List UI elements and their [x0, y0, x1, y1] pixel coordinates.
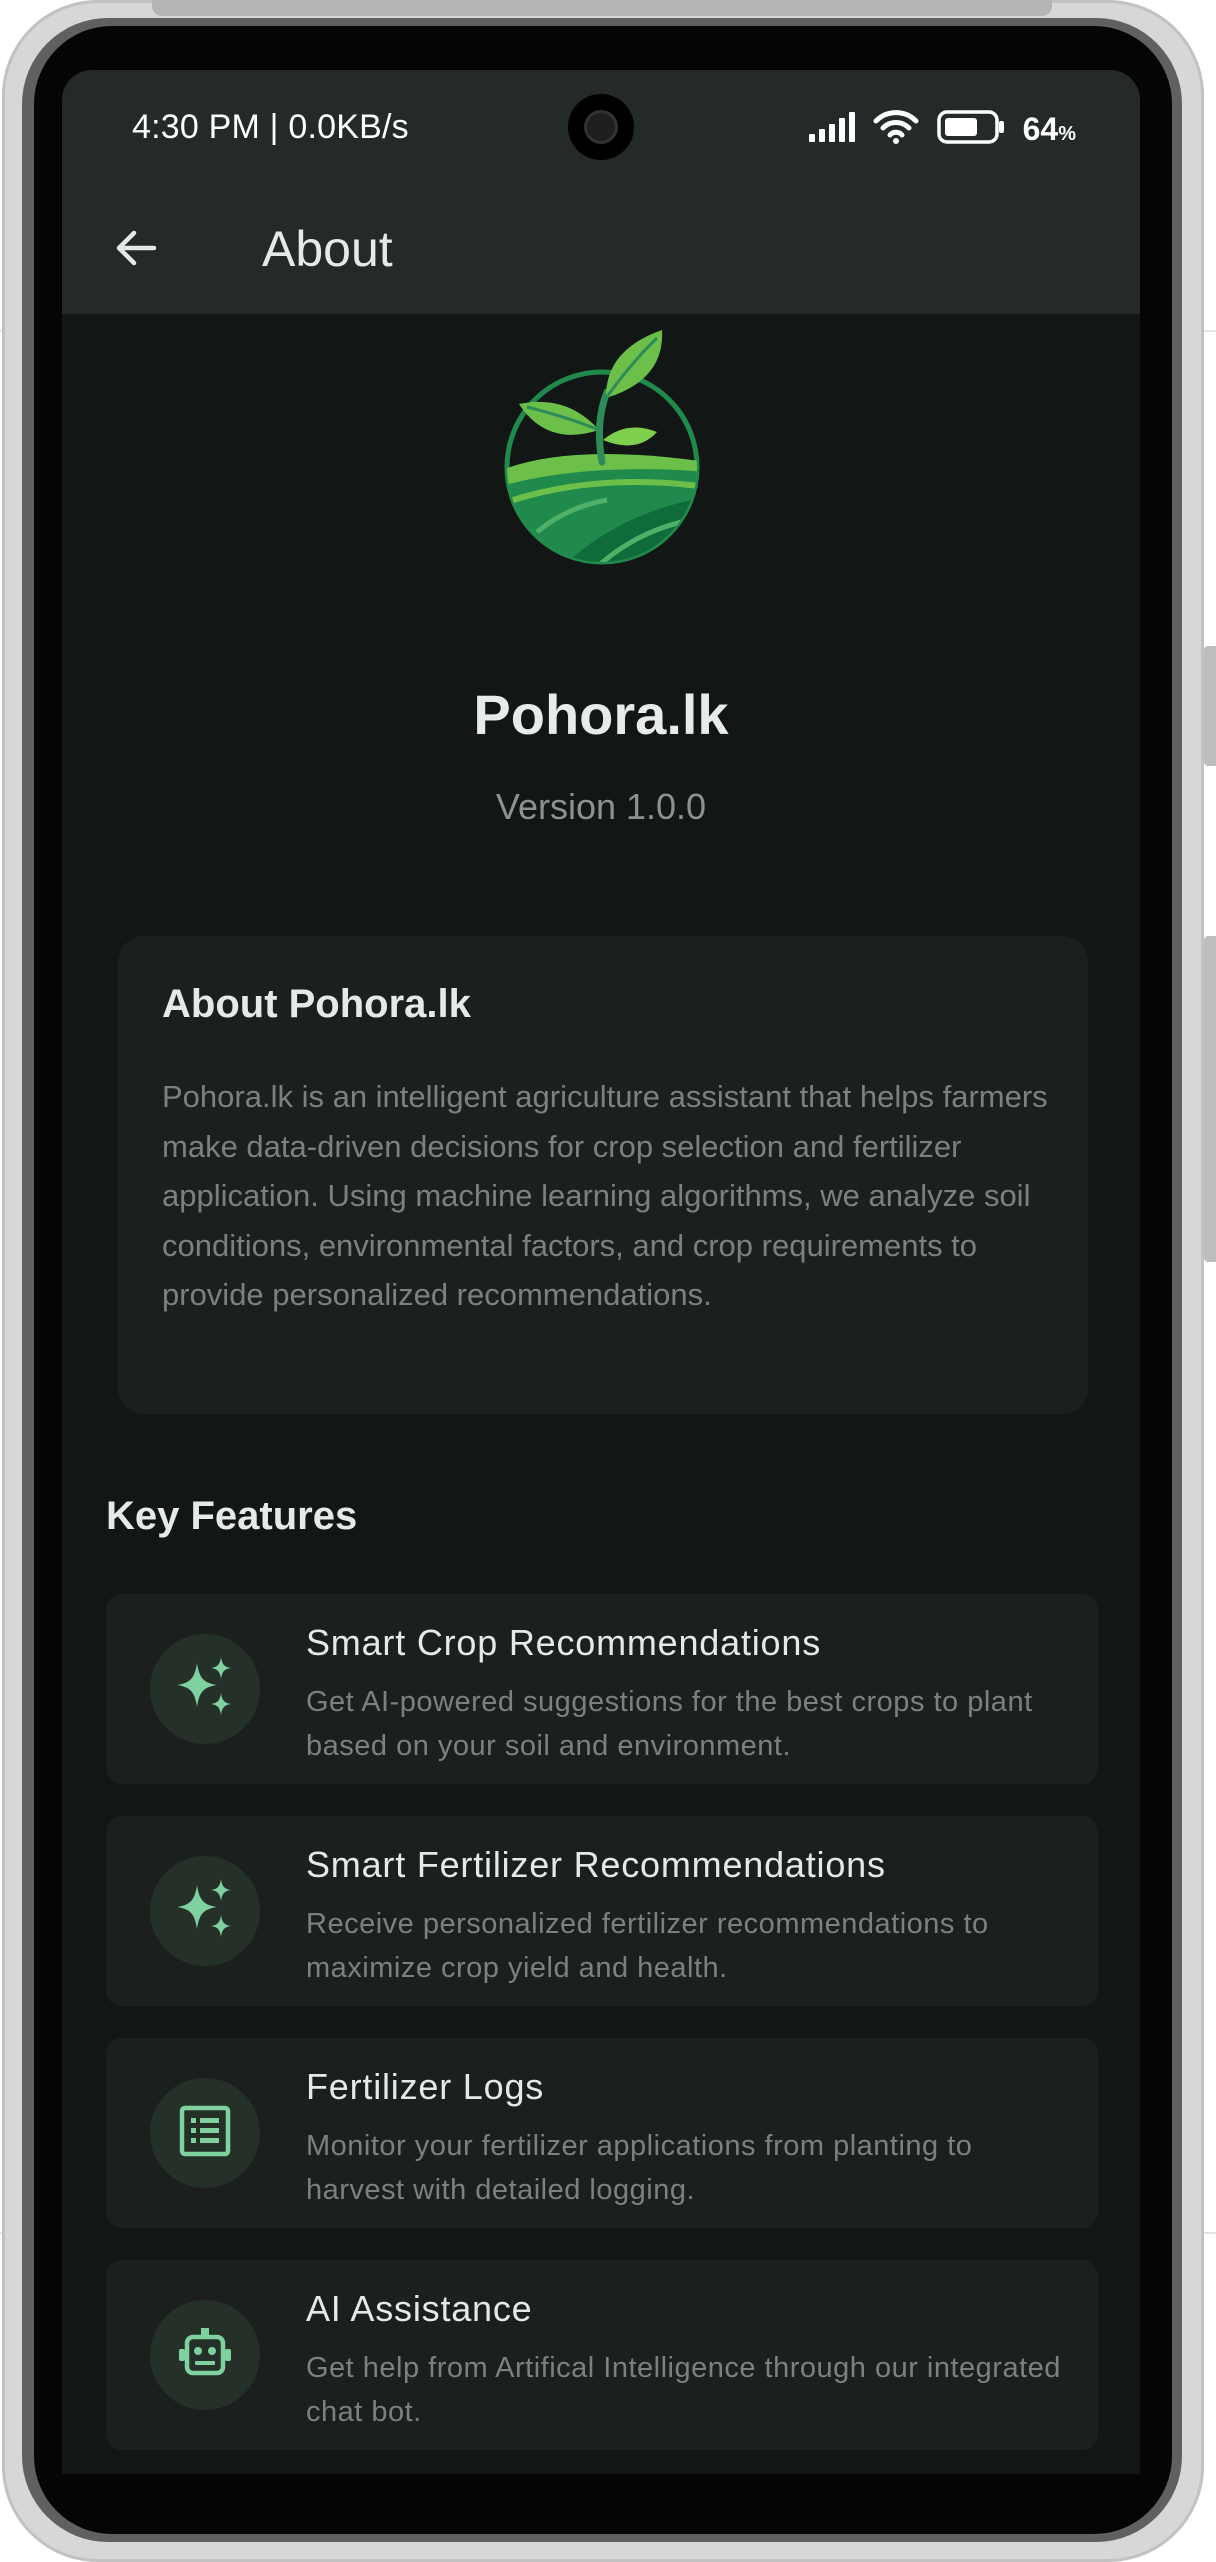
feature-description: Get help from Artifical Intelligence thr… [306, 2352, 1061, 2428]
app-name: Pohora.lk [473, 683, 729, 746]
about-title: About Pohora.lk [162, 982, 471, 1026]
page-title: About [262, 221, 393, 277]
power-button [1204, 936, 1216, 1262]
feature-card-fertilizer-recommendations: Smart Fertilizer Recommendations Receive… [106, 1816, 1098, 2006]
about-card: About Pohora.lk Pohora.lk is an intellig… [118, 936, 1088, 1414]
feature-card-ai-assistance: AI Assistance Get help from Artifical In… [106, 2260, 1098, 2450]
feature-card-crop-recommendations: Smart Crop Recommendations Get AI-powere… [106, 1594, 1098, 1784]
app-logo [497, 322, 707, 572]
feature-description: Monitor your fertilizer applications fro… [306, 2130, 973, 2206]
wifi-icon [873, 110, 919, 149]
screen: 4:30 PM | 0.0KB/s 64% About Pohora.lk Ve… [62, 70, 1140, 2474]
back-button[interactable] [108, 222, 164, 278]
feature-title: AI Assistance [306, 2288, 533, 2329]
status-time: 4:30 PM | 0.0KB/s [132, 108, 409, 146]
about-description: Pohora.lk is an intelligent agriculture … [162, 1079, 1048, 1312]
feature-icon-circle [150, 1856, 260, 1966]
feature-title: Smart Fertilizer Recommendations [306, 1844, 886, 1885]
feature-description: Get AI-powered suggestions for the best … [306, 1686, 1033, 1762]
screen-bottom-edge [62, 2474, 1140, 2494]
feature-card-fertilizer-logs: Fertilizer Logs Monitor your fertilizer … [106, 2038, 1098, 2228]
feature-icon-circle [150, 2078, 260, 2188]
app-version: Version 1.0.0 [495, 786, 707, 827]
robot-icon [175, 2323, 235, 2388]
sparkles-icon [173, 1655, 237, 1724]
status-icons: 64% [807, 110, 1076, 149]
battery-percent: 64% [1022, 111, 1076, 147]
feature-icon-circle [150, 1634, 260, 1744]
volume-button [1204, 646, 1216, 766]
battery-icon [936, 110, 1005, 149]
app-bar: About [62, 188, 1140, 314]
phone-top-edge [152, 0, 1052, 16]
signal-icon [807, 112, 855, 147]
key-features-heading: Key Features [106, 1494, 358, 1538]
sparkles-icon [173, 1877, 237, 1946]
front-camera [568, 94, 634, 160]
feature-description: Receive personalized fertilizer recommen… [306, 1908, 989, 1984]
status-bar: 4:30 PM | 0.0KB/s 64% [62, 70, 1140, 188]
list-document-icon [177, 2103, 233, 2164]
arrow-left-icon [112, 224, 160, 277]
feature-title: Fertilizer Logs [306, 2066, 545, 2107]
feature-title: Smart Crop Recommendations [306, 1622, 821, 1663]
feature-icon-circle [150, 2300, 260, 2410]
